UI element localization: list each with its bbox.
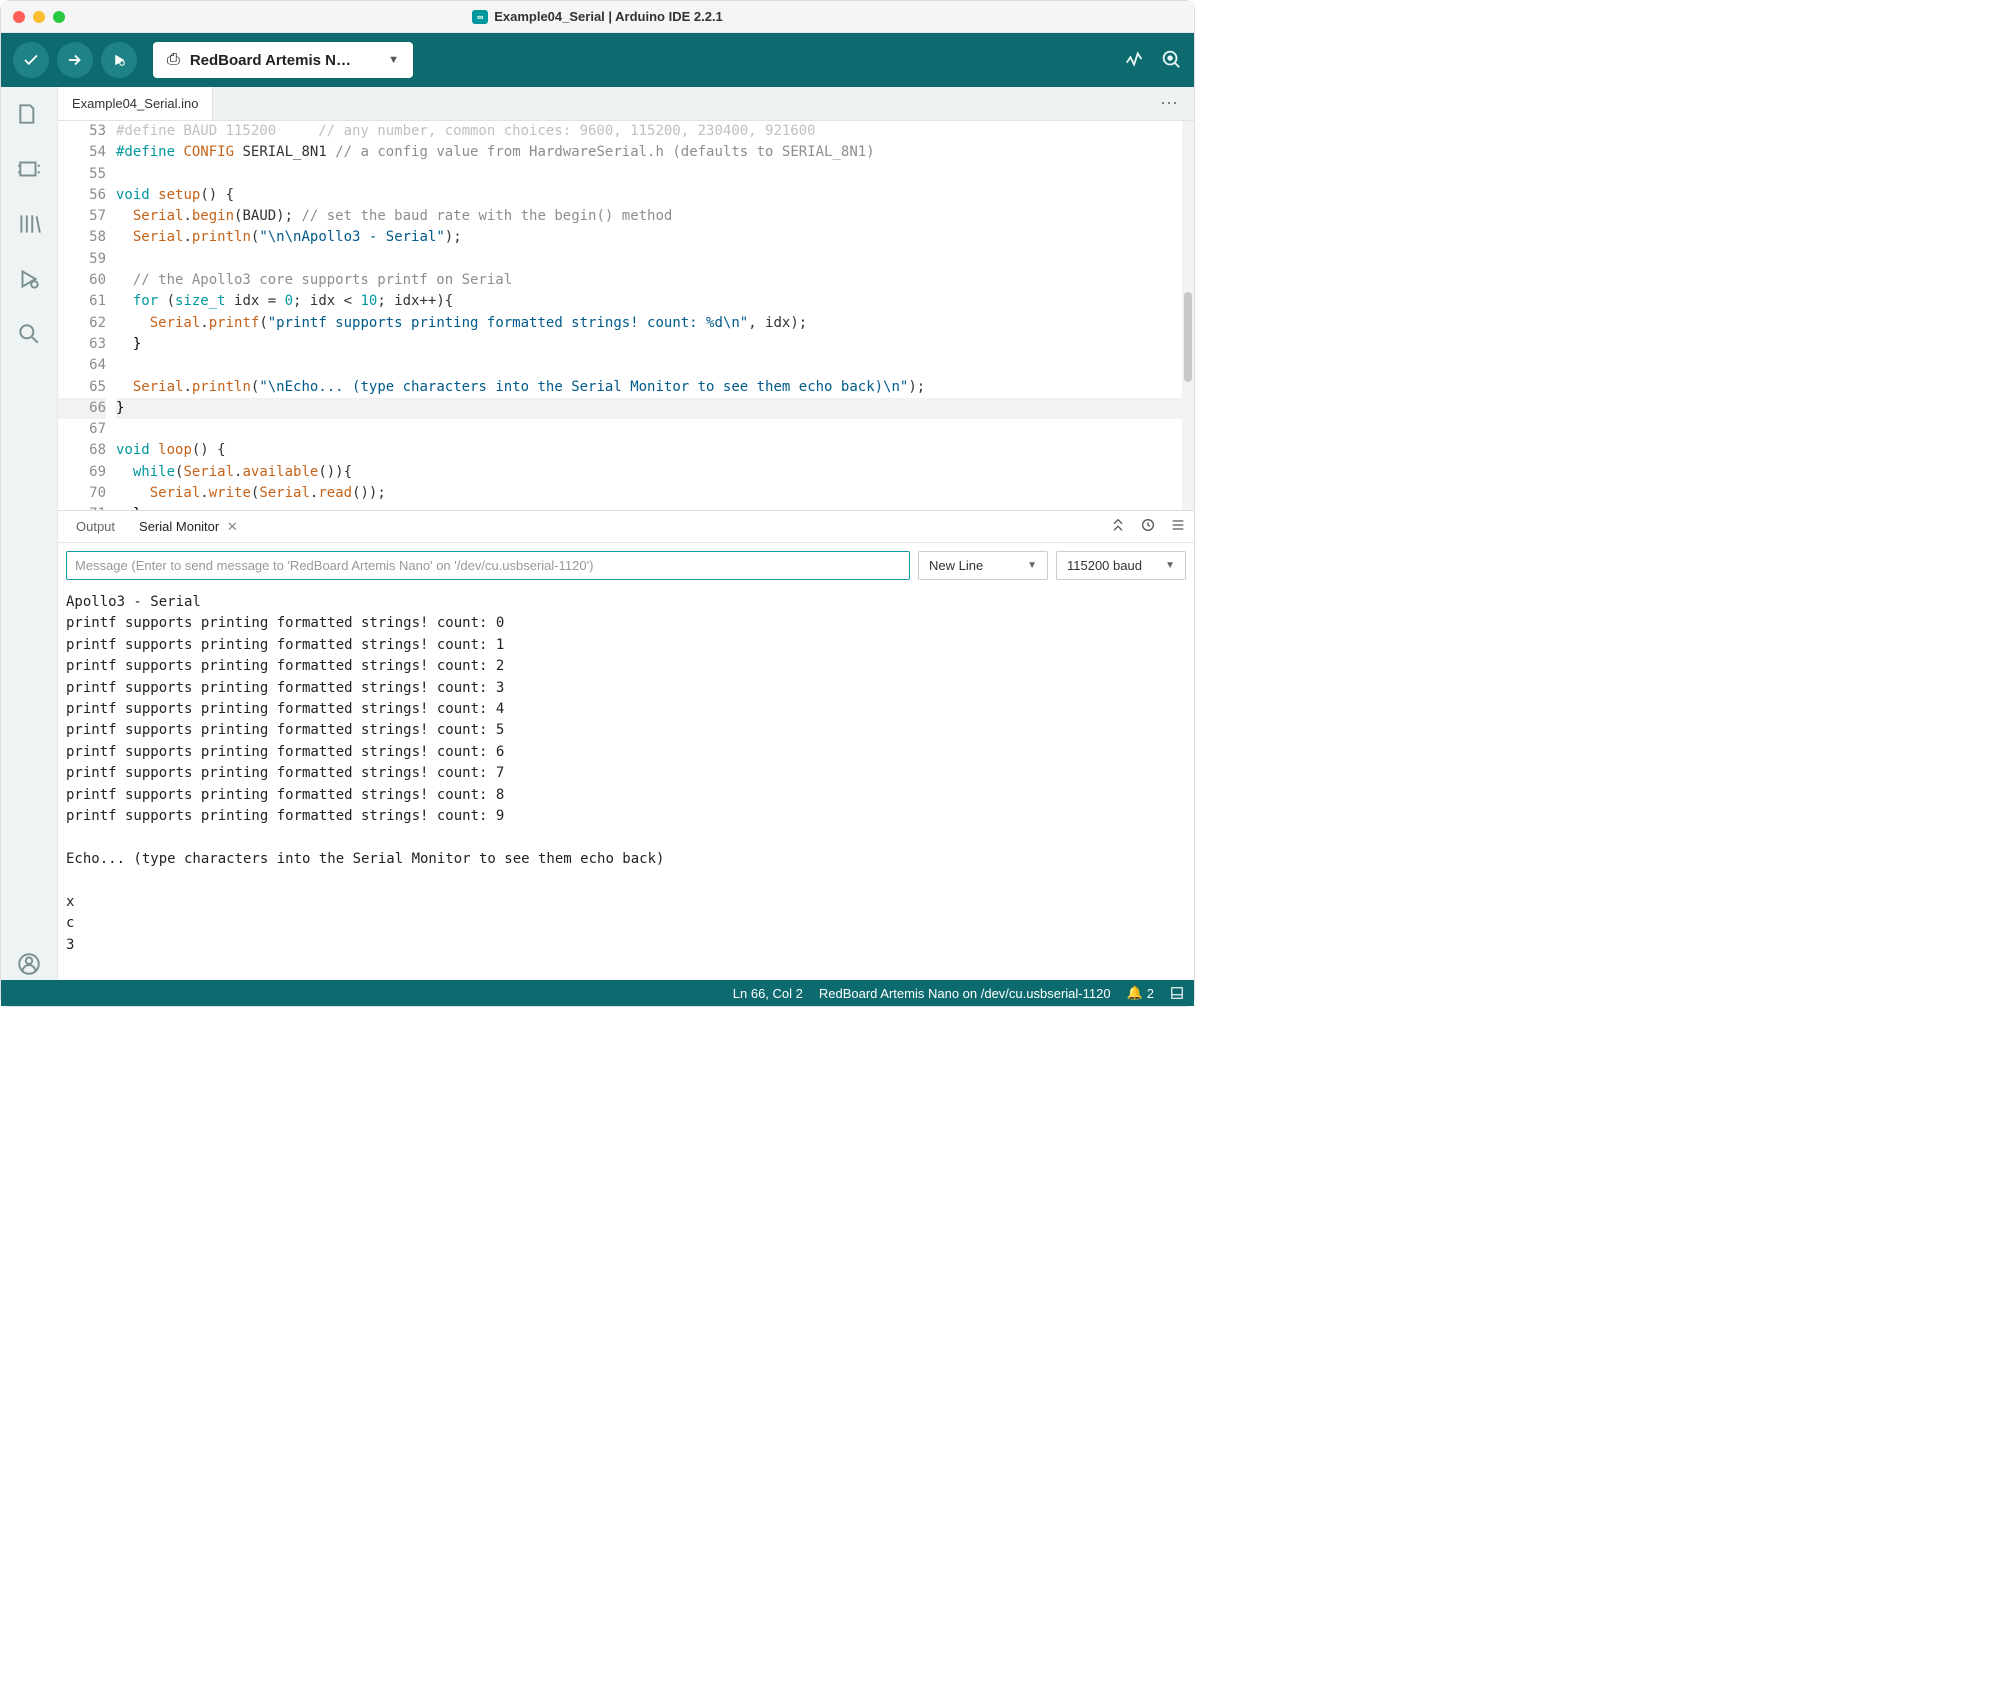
bottom-panel-tabs: Output Serial Monitor ✕: [58, 511, 1194, 543]
collapse-panel-icon[interactable]: [1110, 517, 1126, 536]
editor-tabs: Example04_Serial.ino ⋯: [58, 87, 1194, 121]
code-editor[interactable]: 53545556575859606162636465666768697071 #…: [58, 121, 1194, 510]
close-window-button[interactable]: [13, 11, 25, 23]
chevron-down-icon: ▼: [1027, 560, 1037, 571]
tab-overflow-button[interactable]: ⋯: [1146, 87, 1194, 120]
boards-manager-icon[interactable]: [16, 156, 42, 185]
bell-icon: 🔔: [1127, 985, 1143, 1001]
sketchbook-icon[interactable]: [16, 101, 42, 130]
usb-icon: ⎙: [167, 51, 180, 69]
activity-bar: [1, 87, 58, 980]
cursor-position[interactable]: Ln 66, Col 2: [733, 986, 803, 1001]
account-icon[interactable]: [16, 951, 42, 980]
board-selector-label: RedBoard Artemis N…: [190, 52, 378, 69]
serial-monitor-tab-label: Serial Monitor: [139, 519, 219, 534]
serial-monitor-tab[interactable]: Serial Monitor ✕: [129, 513, 248, 541]
output-tab[interactable]: Output: [66, 513, 125, 540]
notification-count: 2: [1147, 986, 1154, 1001]
window-title-text: Example04_Serial | Arduino IDE 2.2.1: [494, 9, 723, 24]
debug-button[interactable]: [101, 42, 137, 78]
verify-button[interactable]: [13, 42, 49, 78]
line-ending-select[interactable]: New Line ▼: [918, 551, 1048, 580]
maximize-window-button[interactable]: [53, 11, 65, 23]
serial-monitor-button[interactable]: [1160, 48, 1182, 73]
debug-icon[interactable]: [16, 266, 42, 295]
upload-button[interactable]: [57, 42, 93, 78]
scrollbar-thumb[interactable]: [1184, 292, 1192, 382]
serial-plotter-button[interactable]: [1124, 48, 1146, 73]
file-tab-label: Example04_Serial.ino: [72, 96, 198, 111]
serial-controls: New Line ▼ 115200 baud ▼: [58, 543, 1194, 588]
window-title: ∞ Example04_Serial | Arduino IDE 2.2.1: [1, 9, 1194, 24]
line-number-gutter: 53545556575859606162636465666768697071: [58, 121, 116, 510]
chevron-down-icon: ▼: [1165, 560, 1175, 571]
board-port-status[interactable]: RedBoard Artemis Nano on /dev/cu.usbseri…: [819, 986, 1111, 1001]
search-icon[interactable]: [16, 321, 42, 350]
code-area[interactable]: #define BAUD 115200 // any number, commo…: [116, 121, 1182, 510]
baud-rate-select[interactable]: 115200 baud ▼: [1056, 551, 1186, 580]
line-ending-label: New Line: [929, 558, 983, 573]
close-icon[interactable]: ✕: [227, 519, 238, 534]
bottom-panel: Output Serial Monitor ✕ New Line ▼: [58, 510, 1194, 980]
serial-input[interactable]: [66, 551, 910, 580]
serial-output[interactable]: Apollo3 - Serial printf supports printin…: [58, 588, 1194, 980]
board-selector[interactable]: ⎙ RedBoard Artemis N… ▼: [153, 42, 413, 78]
file-tab[interactable]: Example04_Serial.ino: [58, 87, 213, 120]
arduino-logo-icon: ∞: [472, 10, 488, 24]
minimize-window-button[interactable]: [33, 11, 45, 23]
main-toolbar: ⎙ RedBoard Artemis N… ▼: [1, 33, 1194, 87]
baud-rate-label: 115200 baud: [1067, 558, 1142, 573]
chevron-down-icon: ▼: [388, 54, 399, 66]
status-bar: Ln 66, Col 2 RedBoard Artemis Nano on /d…: [1, 980, 1194, 1006]
timestamp-toggle-icon[interactable]: [1140, 517, 1156, 536]
editor-scrollbar[interactable]: [1182, 121, 1194, 510]
titlebar: ∞ Example04_Serial | Arduino IDE 2.2.1: [1, 1, 1194, 33]
clear-output-icon[interactable]: [1170, 517, 1186, 536]
notifications-button[interactable]: 🔔 2: [1127, 985, 1154, 1001]
output-tab-label: Output: [76, 519, 115, 534]
close-panel-button[interactable]: [1170, 986, 1184, 1000]
window-controls: [13, 11, 65, 23]
library-manager-icon[interactable]: [16, 211, 42, 240]
